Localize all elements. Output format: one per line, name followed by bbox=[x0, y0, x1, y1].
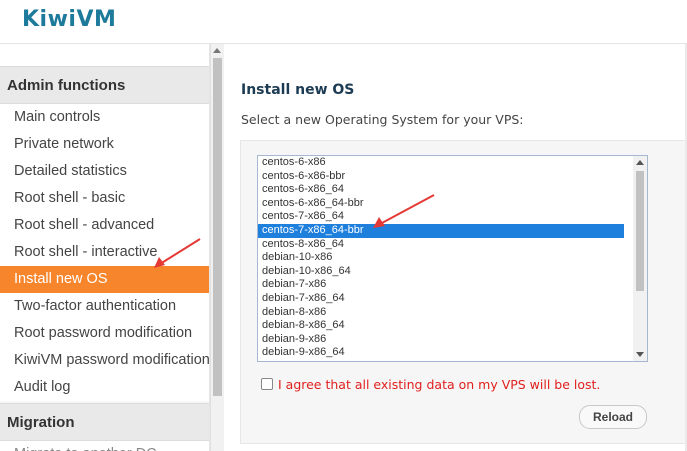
sidebar-item[interactable]: Root shell - interactive bbox=[0, 239, 209, 266]
scroll-up-icon[interactable] bbox=[636, 160, 644, 165]
os-option[interactable]: centos-8-x86_64 bbox=[258, 238, 624, 252]
os-option[interactable]: centos-6-x86 bbox=[258, 156, 624, 170]
os-option[interactable]: debian-9-x86_64 bbox=[258, 346, 624, 360]
os-option[interactable]: debian-7-x86_64 bbox=[258, 292, 624, 306]
os-option[interactable]: centos-6-x86_64 bbox=[258, 183, 624, 197]
os-option[interactable]: debian-7-x86 bbox=[258, 278, 624, 292]
sidebar-item[interactable]: Root shell - basic bbox=[0, 185, 209, 212]
os-option[interactable]: centos-6-x86_64-bbr bbox=[258, 197, 624, 211]
os-option[interactable]: debian-8-x86 bbox=[258, 306, 624, 320]
sidebar-top-gap bbox=[0, 44, 209, 66]
os-option[interactable]: debian-9-x86 bbox=[258, 333, 624, 347]
sidebar-item[interactable]: Root shell - advanced bbox=[0, 212, 209, 239]
os-list-scrollbar[interactable] bbox=[633, 156, 647, 361]
scroll-down-icon[interactable] bbox=[636, 352, 644, 357]
os-option[interactable]: centos-6-x86-bbr bbox=[258, 170, 624, 184]
os-option[interactable]: debian-8-x86_64 bbox=[258, 319, 624, 333]
sidebar-item[interactable]: Install new OS bbox=[0, 266, 209, 293]
os-select-list[interactable]: centos-6-x86 centos-6-x86-bbr centos-6-x86… bbox=[257, 155, 648, 362]
page-title: Install new OS bbox=[241, 82, 355, 98]
sidebar: Admin functions Main controls Private net… bbox=[0, 44, 210, 451]
section-migration: Migration bbox=[0, 403, 209, 441]
os-option[interactable]: debian-10-x86 bbox=[258, 251, 624, 265]
install-os-panel: centos-6-x86 centos-6-x86-bbr centos-6-x86… bbox=[240, 140, 687, 444]
sidebar-item[interactable]: Main controls bbox=[0, 104, 209, 131]
kiwivm-logo[interactable]: KiwiVM bbox=[22, 7, 116, 32]
admin-nav-list: Main controls Private network Detailed sta… bbox=[0, 104, 209, 401]
agree-label[interactable]: I agree that all existing data on my VPS… bbox=[278, 377, 600, 392]
page-subtitle: Select a new Operating System for your V… bbox=[241, 112, 524, 127]
os-option[interactable]: centos-7-x86_64-bbr bbox=[258, 223, 624, 238]
sidebar-scrollbar[interactable] bbox=[210, 44, 224, 451]
os-list-scroll-thumb[interactable] bbox=[636, 171, 644, 291]
header: KiwiVM bbox=[0, 0, 687, 44]
sidebar-item[interactable]: KiwiVM password modification bbox=[0, 347, 209, 374]
main-content: Install new OS Select a new Operating Sy… bbox=[225, 44, 687, 451]
os-option[interactable]: debian-10-x86_64 bbox=[258, 265, 624, 279]
os-options-container: centos-6-x86 centos-6-x86-bbr centos-6-x86… bbox=[258, 156, 647, 360]
sidebar-item[interactable]: Two-factor authentication bbox=[0, 293, 209, 320]
agree-checkbox[interactable] bbox=[261, 378, 273, 390]
sidebar-item-migrate-dc[interactable]: Migrate to another DC bbox=[0, 441, 209, 451]
reload-button[interactable]: Reload bbox=[579, 405, 647, 429]
sidebar-item[interactable]: Root password modification bbox=[0, 320, 209, 347]
sidebar-scroll-thumb[interactable] bbox=[213, 58, 222, 396]
sidebar-item[interactable]: Private network bbox=[0, 131, 209, 158]
sidebar-item[interactable]: Detailed statistics bbox=[0, 158, 209, 185]
scroll-up-icon[interactable] bbox=[213, 48, 221, 53]
os-option[interactable]: centos-7-x86_64 bbox=[258, 210, 624, 224]
section-admin-functions: Admin functions bbox=[0, 66, 209, 104]
sidebar-item[interactable]: Audit log bbox=[0, 374, 209, 401]
